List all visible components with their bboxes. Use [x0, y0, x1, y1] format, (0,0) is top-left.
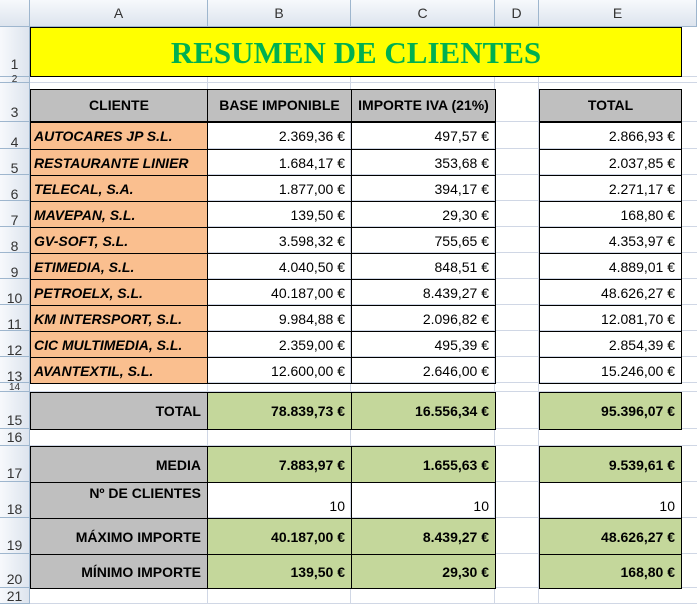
client-name[interactable]: TELECAL, S.A. [30, 175, 208, 202]
column-header-b[interactable]: B [208, 0, 351, 27]
summary-total[interactable]: 10 [539, 482, 682, 519]
summary-iva[interactable]: 29,30 € [351, 554, 496, 589]
client-base[interactable]: 2.369,36 € [207, 122, 352, 150]
client-name[interactable]: CIC MULTIMEDIA, S.L. [30, 331, 208, 358]
client-base[interactable]: 139,50 € [207, 201, 352, 228]
client-total[interactable]: 15.246,00 € [539, 357, 682, 384]
client-base[interactable]: 4.040,50 € [207, 253, 352, 280]
row-header-10[interactable]: 10 [0, 279, 30, 306]
summary-base[interactable]: 78.839,73 € [207, 392, 352, 430]
summary-base[interactable]: 7.883,97 € [207, 446, 352, 483]
client-total[interactable]: 2.866,93 € [539, 122, 682, 150]
row-header-13[interactable]: 13 [0, 357, 30, 384]
row-header-5[interactable]: 5 [0, 149, 30, 176]
client-total[interactable]: 48.626,27 € [539, 279, 682, 306]
row-header-12[interactable]: 12 [0, 331, 30, 358]
summary-iva[interactable]: 1.655,63 € [351, 446, 496, 483]
client-total[interactable]: 4.353,97 € [539, 227, 682, 254]
header-importe-iva[interactable]: IMPORTE IVA (21%) [351, 89, 496, 122]
summary-base[interactable]: 10 [207, 482, 352, 519]
column-header-d[interactable]: D [495, 0, 539, 27]
client-iva[interactable]: 8.439,27 € [351, 279, 496, 306]
client-name[interactable]: ETIMEDIA, S.L. [30, 253, 208, 280]
client-iva[interactable]: 848,51 € [351, 253, 496, 280]
summary-iva[interactable]: 10 [351, 482, 496, 519]
row-header-4[interactable]: 4 [0, 122, 30, 150]
client-name[interactable]: AUTOCARES JP S.L. [30, 122, 208, 150]
client-total[interactable]: 12.081,70 € [539, 305, 682, 332]
client-base[interactable]: 1.684,17 € [207, 149, 352, 176]
summary-base[interactable]: 40.187,00 € [207, 518, 352, 555]
row-header-17[interactable]: 17 [0, 446, 30, 482]
client-base[interactable]: 12.600,00 € [207, 357, 352, 384]
client-iva[interactable]: 495,39 € [351, 331, 496, 358]
client-iva[interactable]: 2.096,82 € [351, 305, 496, 332]
client-base[interactable]: 9.984,88 € [207, 305, 352, 332]
client-total[interactable]: 2.271,17 € [539, 175, 682, 202]
client-name[interactable]: AVANTEXTIL, S.L. [30, 357, 208, 384]
row-header-15[interactable]: 15 [0, 392, 30, 429]
client-iva[interactable]: 2.646,00 € [351, 357, 496, 384]
summary-iva[interactable]: 8.439,27 € [351, 518, 496, 555]
summary-label[interactable]: MÁXIMO IMPORTE [30, 518, 208, 555]
column-header-e[interactable]: E [539, 0, 697, 27]
row-header-9[interactable]: 9 [0, 253, 30, 280]
client-iva[interactable]: 353,68 € [351, 149, 496, 176]
row-header-7[interactable]: 7 [0, 201, 30, 228]
summary-iva[interactable]: 16.556,34 € [351, 392, 496, 430]
client-total[interactable]: 4.889,01 € [539, 253, 682, 280]
sheet-title-cell[interactable]: RESUMEN DE CLIENTES [30, 27, 682, 77]
client-iva[interactable]: 497,57 € [351, 122, 496, 150]
header-total[interactable]: TOTAL [539, 89, 682, 122]
summary-total[interactable]: 95.396,07 € [539, 392, 682, 430]
row-header-14[interactable]: 14 [0, 383, 30, 393]
client-iva[interactable]: 755,65 € [351, 227, 496, 254]
summary-label[interactable]: TOTAL [30, 392, 208, 430]
summary-total[interactable]: 9.539,61 € [539, 446, 682, 483]
row-header-6[interactable]: 6 [0, 175, 30, 202]
row-header-18[interactable]: 18 [0, 482, 30, 518]
header-base-imponible[interactable]: BASE IMPONIBLE [207, 89, 352, 122]
client-base[interactable]: 1.877,00 € [207, 175, 352, 202]
client-name[interactable]: PETROELX, S.L. [30, 279, 208, 306]
client-iva[interactable]: 394,17 € [351, 175, 496, 202]
row-header-11[interactable]: 11 [0, 305, 30, 332]
client-base[interactable]: 2.359,00 € [207, 331, 352, 358]
row-header-8[interactable]: 8 [0, 227, 30, 254]
client-name[interactable]: KM INTERSPORT, S.L. [30, 305, 208, 332]
row-header-16[interactable]: 16 [0, 429, 30, 446]
client-name[interactable]: GV-SOFT, S.L. [30, 227, 208, 254]
summary-label[interactable]: MÍNIMO IMPORTE [30, 554, 208, 589]
column-header-a[interactable]: A [30, 0, 208, 27]
summary-total[interactable]: 168,80 € [539, 554, 682, 589]
row-header-3[interactable]: 3 [0, 83, 30, 122]
summary-label[interactable]: MEDIA [30, 446, 208, 483]
client-total[interactable]: 168,80 € [539, 201, 682, 228]
header-cliente[interactable]: CLIENTE [30, 89, 208, 122]
row-header-19[interactable]: 19 [0, 518, 30, 554]
client-name[interactable]: RESTAURANTE LINIER [30, 149, 208, 176]
select-all-corner[interactable] [0, 0, 30, 27]
row-header-21[interactable]: 21 [0, 588, 30, 604]
client-base[interactable]: 3.598,32 € [207, 227, 352, 254]
client-total[interactable]: 2.854,39 € [539, 331, 682, 358]
row-header-20[interactable]: 20 [0, 554, 30, 588]
client-iva[interactable]: 29,30 € [351, 201, 496, 228]
row-header-1[interactable]: 1 [0, 27, 30, 77]
summary-base[interactable]: 139,50 € [207, 554, 352, 589]
client-name[interactable]: MAVEPAN, S.L. [30, 201, 208, 228]
column-header-c[interactable]: C [351, 0, 495, 27]
client-total[interactable]: 2.037,85 € [539, 149, 682, 176]
client-base[interactable]: 40.187,00 € [207, 279, 352, 306]
summary-total[interactable]: 48.626,27 € [539, 518, 682, 555]
summary-label[interactable]: Nº DE CLIENTES [30, 482, 208, 519]
